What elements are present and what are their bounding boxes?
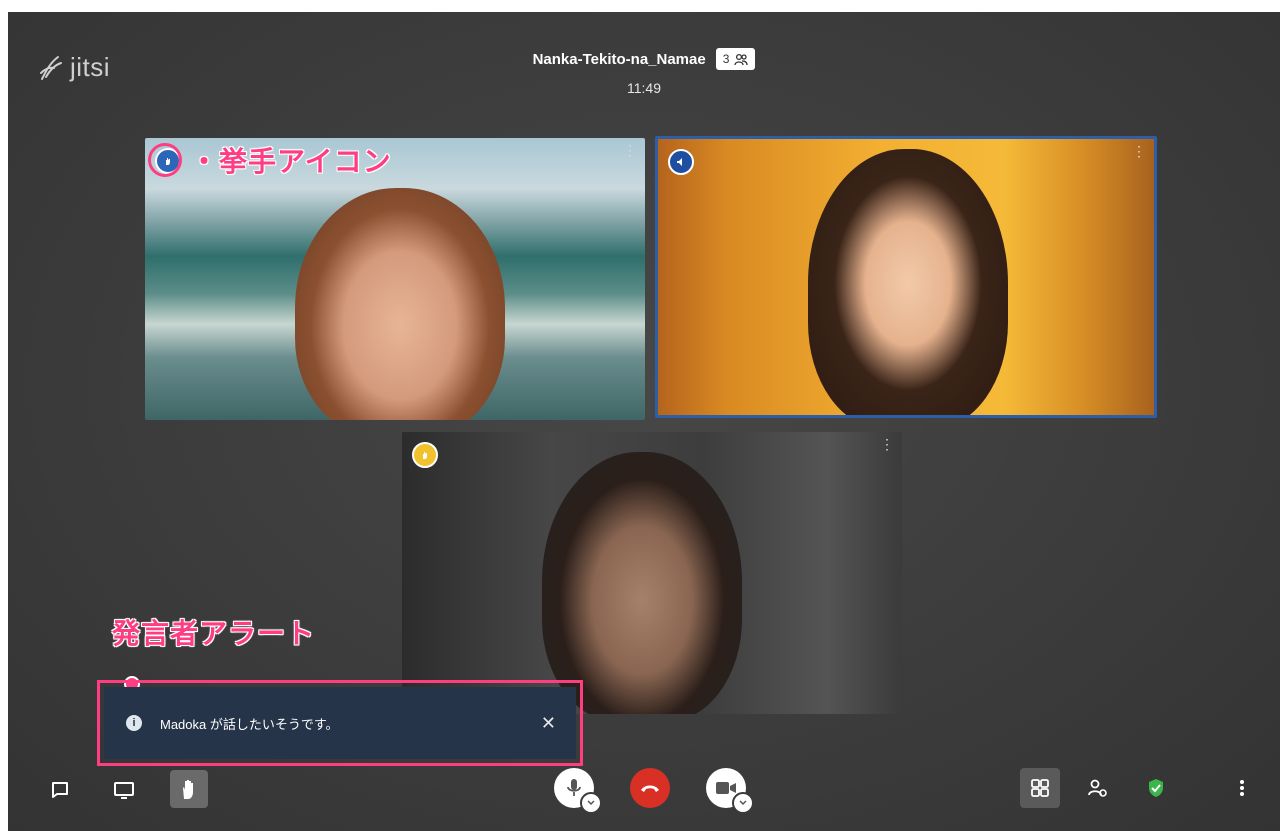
- notification-close-button[interactable]: ✕: [541, 713, 556, 734]
- microphone-button[interactable]: [554, 768, 602, 814]
- meeting-window: jitsi Nanka-Tekito-na_Namae 3 11:49 ⋮ ⋮ …: [8, 12, 1280, 831]
- more-options-button[interactable]: [1224, 770, 1260, 806]
- microphone-options-chevron-icon[interactable]: [580, 792, 602, 814]
- invite-icon: [1088, 779, 1107, 797]
- tile-menu-icon[interactable]: ⋮: [880, 437, 894, 451]
- camera-button[interactable]: [706, 768, 754, 814]
- notification-message: Madoka が話したいそうです。: [160, 716, 339, 732]
- chat-icon: [52, 782, 68, 798]
- raise-hand-annotation: ・挙手アイコン: [190, 146, 392, 177]
- participant-count: 3: [722, 52, 730, 66]
- participant-count-badge[interactable]: 3: [715, 48, 756, 70]
- participant-video: [295, 188, 505, 420]
- participant-status-indicator: [412, 442, 438, 468]
- participant-video: [808, 149, 1008, 415]
- hand-icon: [423, 452, 427, 459]
- meeting-header: Nanka-Tekito-na_Namae 3 11:49: [8, 48, 1280, 96]
- dominant-speaker-indicator: [668, 149, 694, 175]
- raise-hand-notification: i Madoka が話したいそうです。 ✕: [104, 687, 576, 759]
- participant-video: [542, 452, 742, 714]
- screenshare-icon: [114, 782, 134, 799]
- speaker-alert-annotation: 発言者アラート: [112, 618, 316, 649]
- tile-menu-icon[interactable]: ⋮: [1132, 144, 1146, 158]
- meeting-title: Nanka-Tekito-na_Namae: [532, 50, 706, 68]
- raise-hand-highlight-ring: [148, 143, 182, 177]
- camera-icon: [716, 782, 736, 794]
- meeting-timer: 11:49: [627, 80, 661, 96]
- chat-button[interactable]: [42, 772, 78, 808]
- security-button[interactable]: [1138, 770, 1174, 806]
- tile-view-button[interactable]: [1020, 768, 1060, 808]
- camera-options-chevron-icon[interactable]: [732, 792, 754, 814]
- more-options-icon: [1240, 780, 1244, 796]
- raise-hand-button[interactable]: [170, 770, 208, 808]
- tile-menu-icon[interactable]: ⋮: [623, 143, 637, 157]
- microphone-icon: [567, 779, 581, 796]
- hangup-button[interactable]: [630, 768, 670, 808]
- video-tile-participant-1[interactable]: ⋮: [145, 138, 645, 420]
- speaker-icon: [677, 158, 682, 166]
- screenshare-button[interactable]: [106, 772, 142, 808]
- security-shield-icon: [1149, 779, 1163, 797]
- invite-button[interactable]: [1080, 770, 1116, 806]
- video-tile-participant-2[interactable]: ⋮: [655, 136, 1157, 418]
- video-tile-participant-3[interactable]: ⋮: [402, 432, 902, 714]
- participants-icon: [734, 53, 749, 65]
- info-icon: i: [126, 715, 142, 731]
- hangup-icon: [641, 785, 659, 792]
- raise-hand-icon: [183, 780, 193, 799]
- tile-view-icon: [1031, 779, 1049, 797]
